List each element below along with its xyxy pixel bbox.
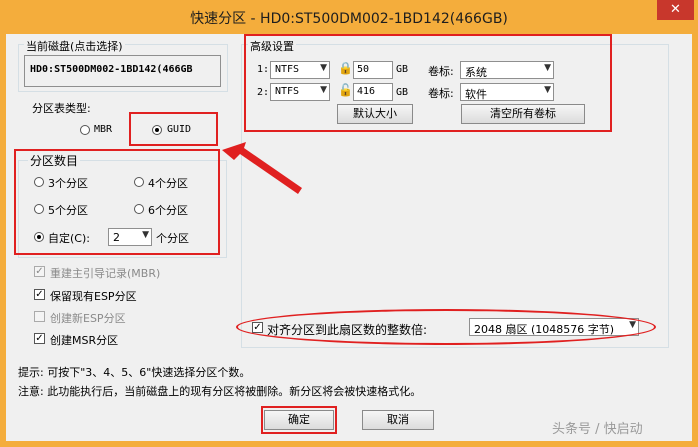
create-esp-checkbox[interactable] — [34, 311, 45, 322]
partition-table-label: 分区表类型: — [32, 102, 91, 115]
mbr-label[interactable]: MBR — [94, 124, 112, 135]
annotation-arrow — [222, 142, 302, 194]
annotation-advanced-highlight — [244, 34, 612, 132]
window-frame-bottom — [0, 441, 698, 447]
watermark: 头条号 / 快启动 — [552, 422, 643, 437]
mbr-radio[interactable] — [80, 125, 90, 135]
disk-value: HD0:ST500DM002-1BD142(466GB — [30, 64, 193, 75]
annotation-align-highlight — [236, 309, 656, 345]
keep-esp-checkbox[interactable]: ✓ — [34, 289, 45, 300]
window-title: 快速分区 - HD0:ST500DM002-1BD142(466GB) — [190, 11, 508, 27]
hint-tip: 提示: 可按下"3、4、5、6"快速选择分区个数。 — [18, 366, 251, 379]
annotation-guid-highlight — [129, 112, 218, 146]
annotation-partition-count-highlight — [14, 149, 220, 255]
close-button[interactable]: ✕ — [657, 0, 694, 20]
hint-note: 注意: 此功能执行后，当前磁盘上的现有分区将被删除。新分区将会被快速格式化。 — [18, 385, 422, 398]
disk-group-label: 当前磁盘(点击选择) — [24, 38, 125, 54]
window-frame-right — [692, 34, 698, 447]
rebuild-mbr-label: 重建主引导记录(MBR) — [50, 267, 161, 280]
create-msr-checkbox[interactable]: ✓ — [34, 333, 45, 344]
create-msr-label: 创建MSR分区 — [50, 334, 119, 347]
rebuild-mbr-checkbox[interactable]: ✓ — [34, 266, 45, 277]
cancel-button[interactable]: 取消 — [362, 410, 434, 430]
create-esp-label: 创建新ESP分区 — [50, 312, 126, 325]
annotation-ok-highlight — [261, 406, 337, 434]
keep-esp-label: 保留现有ESP分区 — [50, 290, 137, 303]
